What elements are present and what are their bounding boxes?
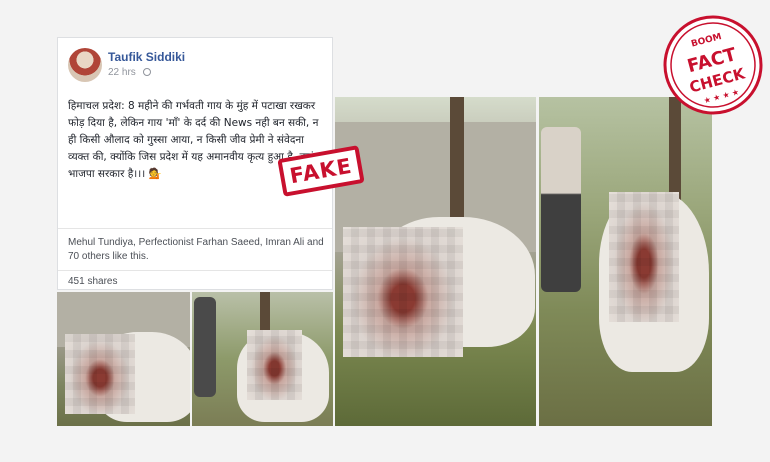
post-photo-2[interactable]	[192, 292, 333, 426]
post-photo-1[interactable]	[57, 292, 190, 426]
blurred-region	[65, 334, 135, 414]
photo-person	[541, 127, 581, 292]
blurred-region	[343, 227, 463, 357]
blurred-region	[247, 330, 302, 400]
shares-count[interactable]: 451 shares	[68, 276, 117, 287]
likes-summary[interactable]: Mehul Tundiya, Perfectionist Farhan Saee…	[68, 236, 330, 264]
post-time[interactable]: 22 hrs	[108, 67, 136, 78]
divider	[58, 270, 332, 271]
divider	[58, 228, 332, 229]
fact-check-seal-icon: BOOM FACT CHECK ★ ★ ★ ★	[663, 15, 763, 115]
photo-tree	[450, 97, 464, 237]
globe-icon	[142, 68, 151, 76]
avatar[interactable]	[68, 48, 102, 82]
blurred-region	[609, 192, 679, 322]
author-name[interactable]: Taufik Siddiki	[108, 50, 185, 64]
post-meta: 22 hrs	[108, 67, 151, 78]
photo-person	[194, 297, 216, 397]
post-photo-3[interactable]	[335, 97, 536, 426]
post-photo-4[interactable]	[539, 97, 712, 426]
